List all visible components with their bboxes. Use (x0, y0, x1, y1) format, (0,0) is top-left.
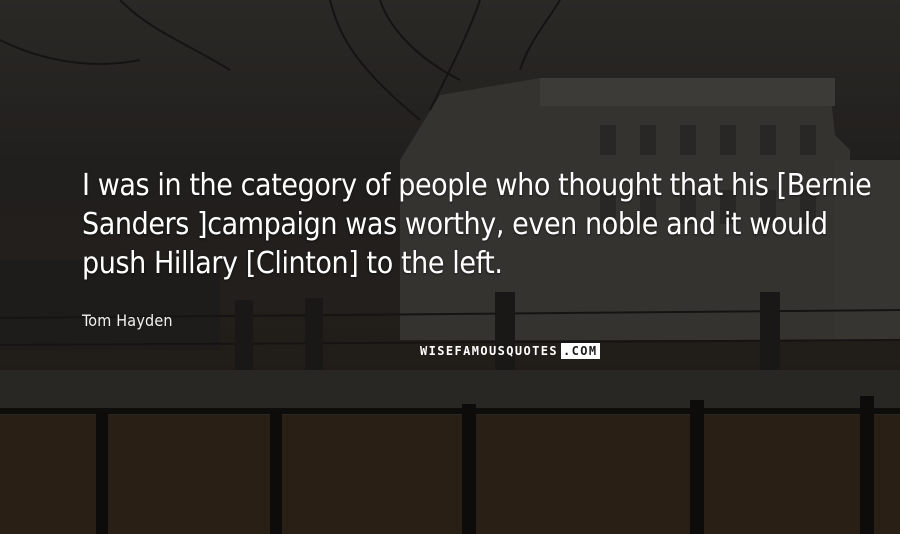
watermark-name: WISEFAMOUSQUOTES (420, 344, 558, 358)
quote-author: Tom Hayden (82, 311, 173, 330)
quote-text: I was in the category of people who thou… (82, 168, 872, 281)
site-watermark: WISEFAMOUSQUOTES .COM (420, 343, 600, 359)
watermark-tld: .COM (561, 343, 600, 359)
quote-card: I was in the category of people who thou… (0, 0, 900, 534)
